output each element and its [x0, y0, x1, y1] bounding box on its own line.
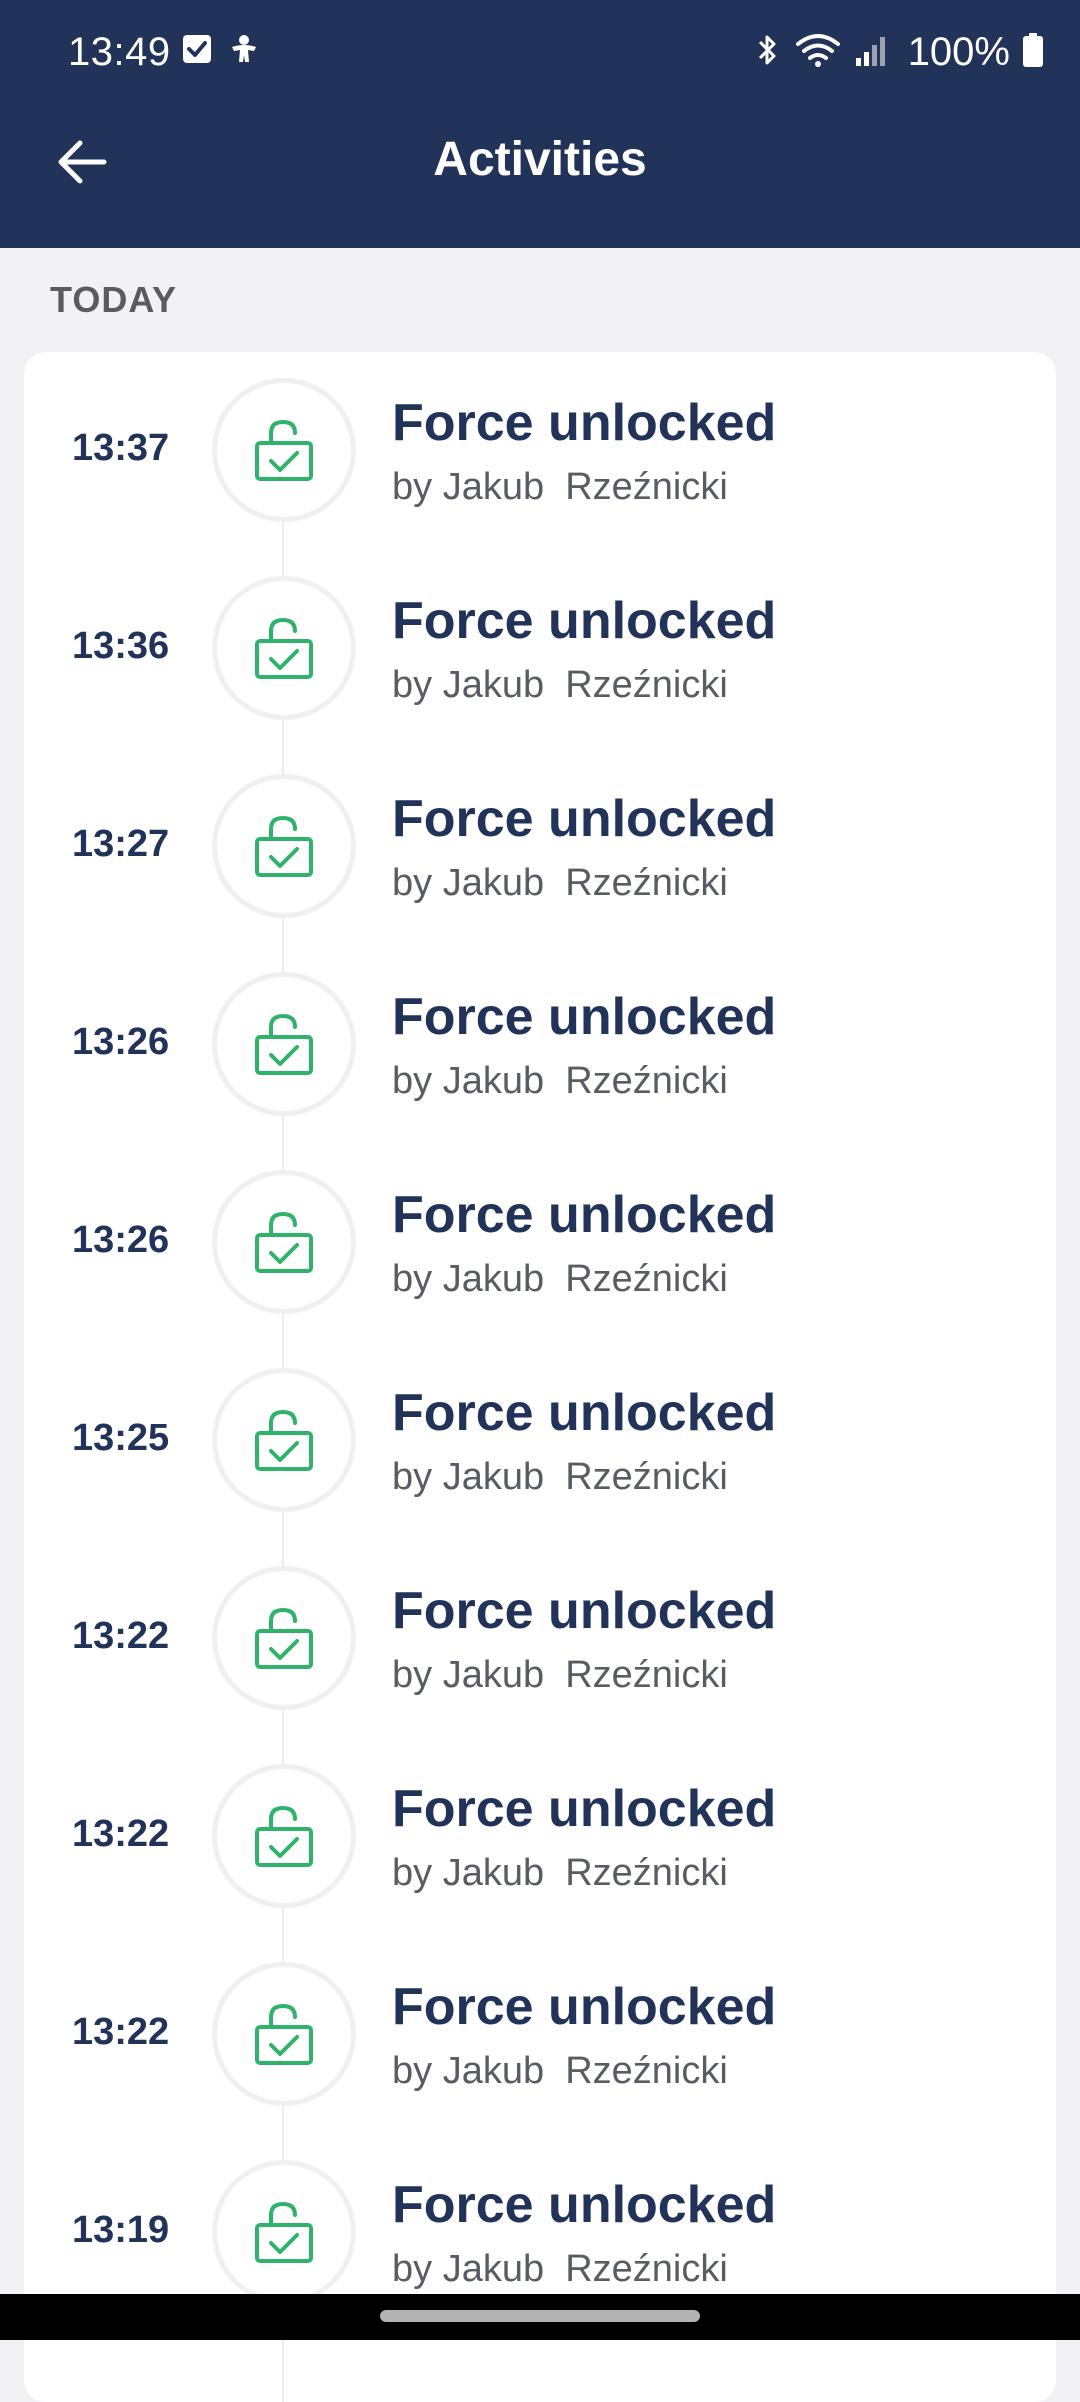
activity-title: Force unlocked: [392, 1582, 777, 1640]
activity-subtitle: by Jakub Rzeźnicki: [392, 1456, 728, 1498]
activity-row[interactable]: 13:22 Force unlocked by Jakub Rzeźnicki: [24, 1540, 1056, 1738]
wifi-icon: [794, 32, 842, 73]
activity-title: Force unlocked: [392, 592, 777, 650]
activity-icon-circle: [212, 576, 356, 720]
home-gesture-handle[interactable]: [380, 2310, 700, 2322]
battery-percentage: 100%: [907, 30, 1010, 74]
activity-row[interactable]: 13:26 Force unlocked by Jakub Rzeźnicki: [24, 1144, 1056, 1342]
unlocked-padlock-check-icon: [255, 1805, 313, 1867]
activity-row[interactable]: 13:37 Force unlocked by Jakub Rzeźnicki: [24, 352, 1056, 550]
activity-row[interactable]: 13:25 Force unlocked by Jakub Rzeźnicki: [24, 1342, 1056, 1540]
page-title: Activities: [433, 133, 647, 186]
activity-title: Force unlocked: [392, 2176, 777, 2234]
activity-time: 13:25: [72, 1417, 170, 1459]
activity-row[interactable]: 13:22 Force unlocked by Jakub Rzeźnicki: [24, 1738, 1056, 1936]
user-accessibility-icon: [228, 34, 260, 71]
status-left-icons: [182, 34, 260, 71]
unlocked-padlock-check-icon: [255, 1013, 313, 1075]
activity-time: 13:22: [72, 1615, 170, 1657]
activity-time: 13:36: [72, 625, 170, 667]
unlocked-padlock-check-icon: [255, 1607, 313, 1669]
activity-title: Force unlocked: [392, 988, 777, 1046]
system-navigation-bar: [0, 2294, 1080, 2340]
activity-title: Force unlocked: [392, 1384, 777, 1442]
activity-icon-circle: [212, 378, 356, 522]
activity-row[interactable]: 13:36 Force unlocked by Jakub Rzeźnicki: [24, 550, 1056, 748]
activity-icon-circle: [212, 1368, 356, 1512]
activity-icon-circle: [212, 972, 356, 1116]
app-bar: 13:49 100% Activities: [0, 0, 1080, 248]
activity-subtitle: by Jakub Rzeźnicki: [392, 466, 728, 508]
activity-time: 13:37: [72, 427, 170, 469]
activity-title: Force unlocked: [392, 1186, 777, 1244]
activity-subtitle: by Jakub Rzeźnicki: [392, 2050, 728, 2092]
activity-subtitle: by Jakub Rzeźnicki: [392, 1060, 728, 1102]
activity-icon-circle: [212, 1962, 356, 2106]
bluetooth-icon: [754, 32, 782, 73]
activity-row[interactable]: 13:27 Force unlocked by Jakub Rzeźnicki: [24, 748, 1056, 946]
check-square-icon: [182, 34, 212, 71]
status-time: 13:49: [68, 30, 171, 74]
activity-icon-circle: [212, 2160, 356, 2304]
activity-icon-circle: [212, 1764, 356, 1908]
activity-subtitle: by Jakub Rzeźnicki: [392, 1852, 728, 1894]
unlocked-padlock-check-icon: [255, 2201, 313, 2263]
activity-time: 13:26: [72, 1219, 170, 1261]
activity-subtitle: by Jakub Rzeźnicki: [392, 1258, 728, 1300]
activity-icon-circle: [212, 1170, 356, 1314]
battery-icon: [1022, 32, 1044, 73]
activity-time: 13:27: [72, 823, 170, 865]
activity-title: Force unlocked: [392, 1978, 777, 2036]
activity-time: 13:22: [72, 2011, 170, 2053]
activity-row[interactable]: 13:26 Force unlocked by Jakub Rzeźnicki: [24, 946, 1056, 1144]
unlocked-padlock-check-icon: [255, 1211, 313, 1273]
activity-title: Force unlocked: [392, 1780, 777, 1838]
activity-icon-circle: [212, 774, 356, 918]
activity-subtitle: by Jakub Rzeźnicki: [392, 664, 728, 706]
activity-title: Force unlocked: [392, 790, 777, 848]
activity-subtitle: by Jakub Rzeźnicki: [392, 862, 728, 904]
section-label-today: TODAY: [50, 279, 178, 320]
activity-list: 13:37 Force unlocked by Jakub Rzeźnicki …: [24, 352, 1056, 2402]
unlocked-padlock-check-icon: [255, 2003, 313, 2065]
unlocked-padlock-check-icon: [255, 815, 313, 877]
activity-time: 13:22: [72, 1813, 170, 1855]
status-right: 100%: [754, 28, 1044, 76]
activity-title: Force unlocked: [392, 394, 777, 452]
unlocked-padlock-check-icon: [255, 617, 313, 679]
activity-icon-circle: [212, 1566, 356, 1710]
activity-subtitle: by Jakub Rzeźnicki: [392, 2248, 728, 2290]
cellular-signal-icon: [854, 32, 888, 73]
activity-time: 13:19: [72, 2209, 170, 2251]
unlocked-padlock-check-icon: [255, 1409, 313, 1471]
unlocked-padlock-check-icon: [255, 419, 313, 481]
activity-time: 13:26: [72, 1021, 170, 1063]
activity-subtitle: by Jakub Rzeźnicki: [392, 1654, 728, 1696]
activity-row[interactable]: 13:22 Force unlocked by Jakub Rzeźnicki: [24, 1936, 1056, 2134]
